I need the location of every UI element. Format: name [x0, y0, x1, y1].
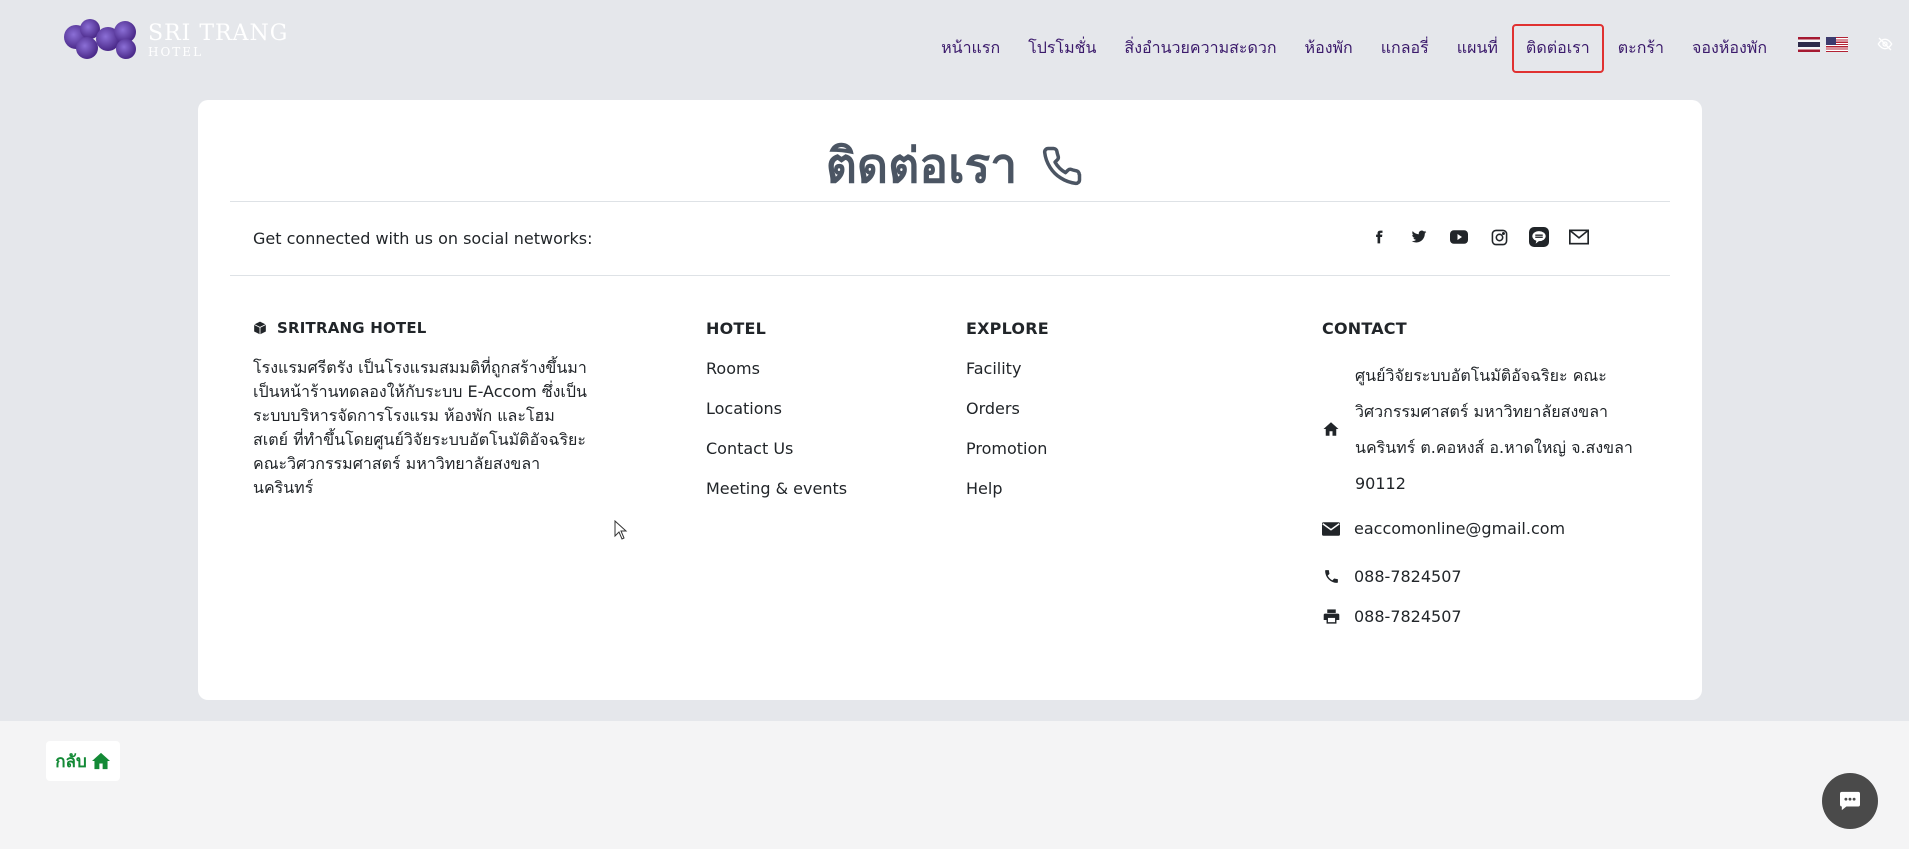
- instagram-icon[interactable]: [1488, 226, 1510, 248]
- home-icon: [91, 752, 110, 770]
- link-help[interactable]: Help: [966, 479, 1047, 519]
- social-connect-text: Get connected with us on social networks…: [253, 229, 593, 248]
- nav-item-promotion[interactable]: โปรโมชั่น: [1014, 24, 1110, 73]
- eye-off-icon[interactable]: [1877, 36, 1893, 52]
- nav-item-cart[interactable]: ตะกร้า: [1604, 24, 1678, 73]
- contact-email-row: eaccomonline@gmail.com: [1322, 519, 1565, 538]
- chat-button[interactable]: [1822, 773, 1878, 829]
- contact-fax[interactable]: 088-7824507: [1354, 607, 1462, 626]
- link-contact-us[interactable]: Contact Us: [706, 439, 847, 479]
- facebook-icon[interactable]: [1368, 226, 1390, 248]
- thai-flag-icon[interactable]: [1798, 37, 1820, 52]
- twitter-icon[interactable]: [1408, 226, 1430, 248]
- contact-phone-row: 088-7824507: [1322, 567, 1462, 586]
- link-meeting-events[interactable]: Meeting & events: [706, 479, 847, 519]
- language-switcher: [1798, 37, 1848, 52]
- contact-address: ศูนย์วิจัยระบบอัตโนมัติอัจฉริยะ คณะวิศวก…: [1355, 366, 1633, 493]
- contact-heading: CONTACT: [1322, 319, 1407, 338]
- hotel-heading: HOTEL: [706, 319, 767, 338]
- line-icon[interactable]: [1528, 226, 1550, 248]
- link-orders[interactable]: Orders: [966, 399, 1047, 439]
- brand-title: SRI TRANG: [148, 20, 289, 46]
- brand-subtitle: HOTEL: [148, 44, 204, 59]
- nav-item-booking[interactable]: จองห้องพัก: [1678, 24, 1781, 73]
- nav-item-contact[interactable]: ติดต่อเรา: [1511, 24, 1604, 73]
- divider: [230, 275, 1670, 276]
- mail-icon[interactable]: [1568, 226, 1590, 248]
- link-locations[interactable]: Locations: [706, 399, 847, 439]
- hotel-links: Rooms Locations Contact Us Meeting & eve…: [706, 359, 847, 519]
- page-title: ติดต่อเรา: [0, 128, 1909, 204]
- us-flag-icon[interactable]: [1826, 37, 1848, 52]
- brand-logo[interactable]: SRI TRANG HOTEL: [62, 17, 288, 63]
- cube-icon: [253, 321, 267, 335]
- nav-menu: หน้าแรก โปรโมชั่น สิ่งอำนวยความสะดวก ห้อ…: [927, 24, 1781, 73]
- phone-icon: [1043, 146, 1082, 186]
- nav-item-home[interactable]: หน้าแรก: [927, 24, 1014, 73]
- explore-links: Facility Orders Promotion Help: [966, 359, 1047, 519]
- mouse-cursor-icon: [614, 520, 628, 540]
- nav-item-facility[interactable]: สิ่งอำนวยความสะดวก: [1110, 24, 1290, 73]
- printer-icon: [1322, 608, 1340, 626]
- link-promotion[interactable]: Promotion: [966, 439, 1047, 479]
- chat-icon: [1840, 791, 1860, 811]
- youtube-icon[interactable]: [1448, 226, 1470, 248]
- about-heading: SRITRANG HOTEL: [253, 319, 427, 337]
- explore-heading: EXPLORE: [966, 319, 1049, 338]
- flower-logo-icon: [62, 17, 142, 63]
- home-icon: [1323, 422, 1339, 436]
- contact-fax-row: 088-7824507: [1322, 607, 1462, 626]
- page-title-text: ติดต่อเรา: [825, 138, 1018, 194]
- phone-icon: [1322, 568, 1340, 586]
- contact-email[interactable]: eaccomonline@gmail.com: [1354, 519, 1565, 538]
- link-rooms[interactable]: Rooms: [706, 359, 847, 399]
- envelope-icon: [1322, 520, 1340, 538]
- divider: [230, 201, 1670, 202]
- about-title: SRITRANG HOTEL: [277, 319, 427, 337]
- back-home-button[interactable]: กลับ: [46, 741, 120, 781]
- nav-item-map[interactable]: แผนที่: [1443, 24, 1512, 73]
- navbar: SRI TRANG HOTEL หน้าแรก โปรโมชั่น สิ่งอำ…: [0, 0, 1909, 90]
- nav-item-gallery[interactable]: แกลอรี่: [1367, 24, 1443, 73]
- about-description: โรงแรมศรีตรัง เป็นโรงแรมสมมติที่ถูกสร้าง…: [253, 358, 587, 497]
- link-facility[interactable]: Facility: [966, 359, 1047, 399]
- nav-item-rooms[interactable]: ห้องพัก: [1291, 24, 1367, 73]
- contact-phone[interactable]: 088-7824507: [1354, 567, 1462, 586]
- back-label: กลับ: [55, 751, 87, 772]
- social-icons: [1368, 226, 1608, 248]
